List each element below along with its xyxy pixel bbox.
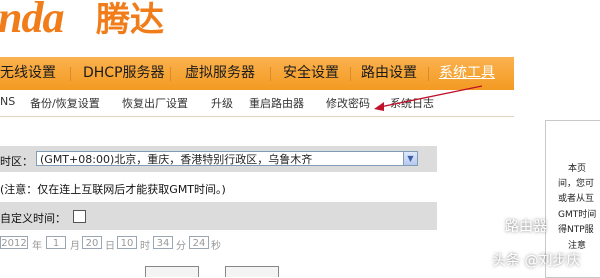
custom-time-row: 自定义时间： (0, 202, 437, 230)
custom-time-label: 自定义时间： (0, 212, 66, 225)
subnav-item-change-password[interactable]: 修改密码 (326, 95, 370, 111)
help-line: 间，您可 (558, 179, 595, 189)
help-line: GMT时间 (558, 210, 597, 220)
month-unit: 月 (70, 241, 80, 252)
minute-unit: 分 (176, 241, 186, 252)
year-unit: 年 (32, 241, 42, 252)
minute-input[interactable]: 34 (153, 236, 173, 249)
nav-item-security[interactable]: 安全设置 (283, 57, 339, 90)
second-input[interactable]: 24 (189, 236, 209, 249)
nav-item-dhcp[interactable]: DHCP服务器 (83, 57, 165, 90)
subnav-item-upgrade[interactable]: 升级 (211, 95, 233, 111)
tenda-logo: nda (0, 0, 64, 42)
chevron-down-icon[interactable]: ▼ (403, 152, 417, 165)
nav-separator (70, 67, 71, 81)
subnav-item-factory-reset[interactable]: 恢复出厂设置 (122, 95, 188, 111)
nav-item-virtual-server[interactable]: 虚拟服务器 (185, 57, 255, 90)
tenda-logo-cn: 腾达 (96, 0, 164, 40)
time-settings-panel: 时区： (GMT+08:00)北京，重庆，香港特别行政区，乌鲁木齐 ▼ (注意：… (0, 118, 437, 277)
hour-unit: 时 (140, 241, 150, 252)
nav-separator (270, 67, 271, 81)
help-line: 或者从互 (558, 194, 595, 204)
gmt-note: (注意：仅在连上互联网后才能获取GMT时间。) (0, 183, 226, 196)
timezone-select-value: (GMT+08:00)北京，重庆，香港特别行政区，乌鲁木齐 (40, 153, 313, 166)
cancel-button[interactable] (225, 266, 279, 277)
timezone-row: 时区： (GMT+08:00)北京，重庆，香港特别行政区，乌鲁木齐 ▼ (0, 146, 437, 172)
timezone-select[interactable]: (GMT+08:00)北京，重庆，香港特别行政区，乌鲁木齐 ▼ (36, 151, 418, 166)
help-line: 本页 (568, 164, 587, 174)
nav-separator (428, 67, 429, 81)
subnav-item-ddns[interactable]: NS (0, 95, 15, 108)
right-gutter (514, 57, 545, 276)
annotation-arrow-icon (374, 85, 483, 111)
save-button[interactable] (145, 266, 199, 277)
nav-separator (170, 67, 171, 81)
day-unit: 日 (105, 241, 115, 252)
nav-separator (350, 67, 351, 81)
watermark-logo-icon (473, 214, 499, 240)
subnav-item-backup[interactable]: 备份/恢复设置 (30, 95, 100, 111)
nav-item-wireless[interactable]: 无线设置 (0, 57, 56, 90)
datetime-row: 2012 年 1 月 20 日 10 时 34 分 24 秒 (0, 232, 437, 254)
hour-input[interactable]: 10 (117, 236, 137, 249)
second-unit: 秒 (211, 241, 221, 252)
custom-time-checkbox[interactable] (73, 210, 86, 223)
help-line: 得NTP服 (558, 225, 594, 235)
year-input[interactable]: 2012 (0, 236, 28, 249)
timezone-label: 时区： (0, 155, 33, 168)
watermark-text: 路由器 (505, 219, 547, 235)
watermark-author: 头条 @刘步庆 (492, 253, 581, 269)
subnav-item-reboot[interactable]: 重启路由器 (249, 95, 304, 111)
month-input[interactable]: 1 (46, 236, 66, 249)
day-input[interactable]: 20 (82, 236, 102, 249)
